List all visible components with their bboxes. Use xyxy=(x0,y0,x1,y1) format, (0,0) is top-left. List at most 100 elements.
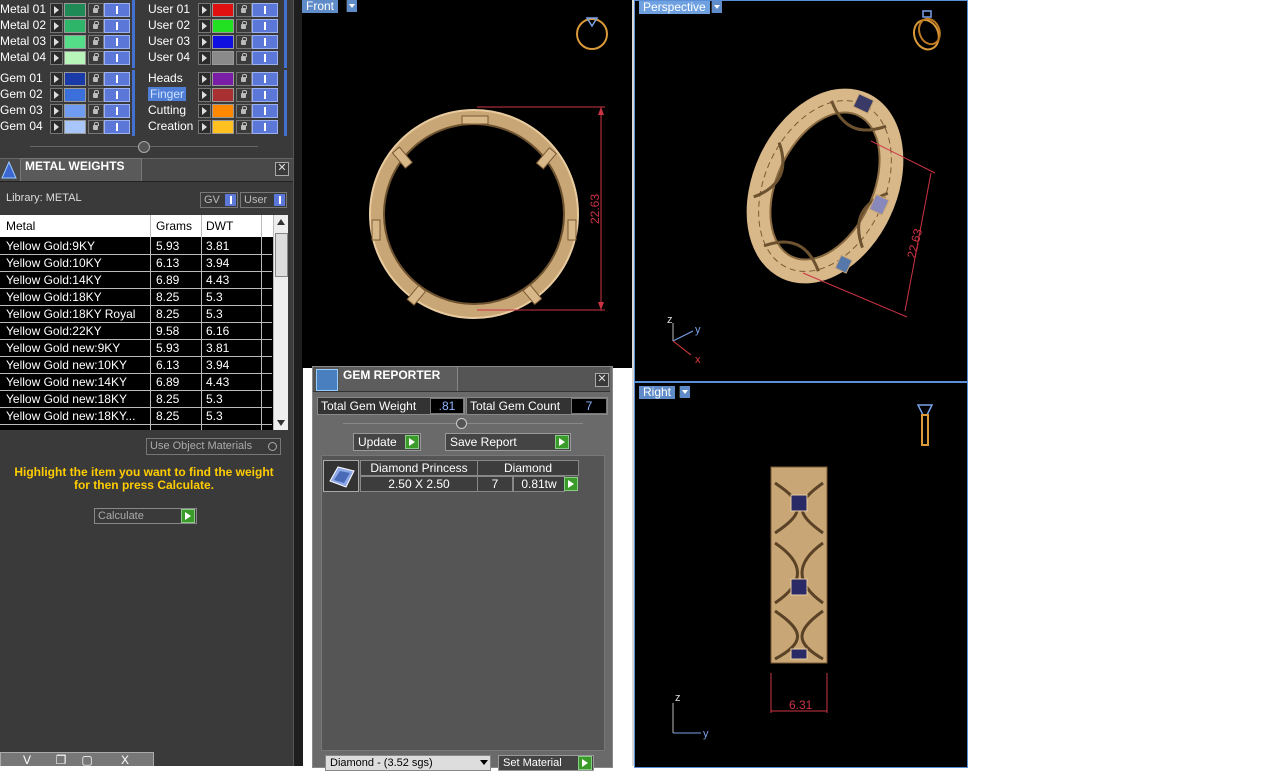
collapse-handle-icon[interactable] xyxy=(456,418,467,429)
visibility-toggle-icon[interactable] xyxy=(104,88,130,102)
update-button[interactable]: Update xyxy=(353,433,421,451)
layer-expand-icon[interactable] xyxy=(50,88,63,102)
layer-color-swatch[interactable] xyxy=(64,72,86,86)
layer-color-swatch[interactable] xyxy=(212,88,234,102)
visibility-toggle-icon[interactable] xyxy=(252,120,278,134)
layer-expand-icon[interactable] xyxy=(50,72,63,86)
lock-icon[interactable] xyxy=(88,88,104,102)
layer-color-swatch[interactable] xyxy=(64,51,86,65)
restore-icon[interactable]: ❐ xyxy=(49,753,73,766)
layer-name[interactable]: Gem 03 xyxy=(0,103,43,117)
table-row[interactable]: Yellow Gold new:18KY... 8.25 5.3 xyxy=(0,408,272,425)
visibility-toggle-icon[interactable] xyxy=(252,3,278,17)
visibility-toggle-icon[interactable] xyxy=(252,51,278,65)
material-dropdown[interactable]: Diamond - (3.52 sgs) xyxy=(325,755,491,771)
lock-icon[interactable] xyxy=(236,3,252,17)
layer-row[interactable]: Gem 01 xyxy=(0,71,130,86)
visibility-toggle-icon[interactable] xyxy=(252,19,278,33)
layer-row[interactable]: Gem 02 xyxy=(0,87,130,102)
layer-color-swatch[interactable] xyxy=(64,3,86,17)
layer-expand-icon[interactable] xyxy=(198,120,211,134)
layer-color-swatch[interactable] xyxy=(212,51,234,65)
layer-row[interactable]: Metal 03 xyxy=(0,34,130,49)
close-tab-icon[interactable]: X xyxy=(113,753,137,766)
metal-weights-close-icon[interactable]: ✕ xyxy=(275,162,289,176)
layer-name[interactable]: User 02 xyxy=(148,18,190,32)
lock-icon[interactable] xyxy=(88,72,104,86)
table-row[interactable]: Yellow Gold:9KY 5.93 3.81 xyxy=(0,238,272,255)
layer-row[interactable]: Cutting xyxy=(148,103,278,118)
table-row[interactable]: Yellow Gold:18KY Royal 8.25 5.3 xyxy=(0,306,272,323)
lock-icon[interactable] xyxy=(88,51,104,65)
visibility-toggle-icon[interactable] xyxy=(104,19,130,33)
layer-expand-icon[interactable] xyxy=(198,72,211,86)
layer-expand-icon[interactable] xyxy=(198,88,211,102)
visibility-toggle-icon[interactable] xyxy=(104,104,130,118)
layer-color-swatch[interactable] xyxy=(212,19,234,33)
table-row[interactable]: Yellow Gold new:18KY 8.25 5.3 xyxy=(0,391,272,408)
lock-icon[interactable] xyxy=(88,35,104,49)
layer-color-swatch[interactable] xyxy=(212,3,234,17)
layer-row[interactable]: Heads xyxy=(148,71,278,86)
layer-row[interactable]: Metal 02 xyxy=(0,18,130,33)
layer-color-swatch[interactable] xyxy=(64,35,86,49)
layer-name[interactable]: Gem 02 xyxy=(0,87,43,101)
layer-name[interactable]: User 03 xyxy=(148,34,190,48)
layer-row[interactable]: Finger xyxy=(148,87,278,102)
visibility-toggle-icon[interactable] xyxy=(252,88,278,102)
layer-row[interactable]: Gem 04 xyxy=(0,119,130,134)
lock-icon[interactable] xyxy=(236,104,252,118)
layer-expand-icon[interactable] xyxy=(198,51,211,65)
gem-item-play-icon[interactable] xyxy=(564,477,578,491)
table-row[interactable]: Yellow Gold new:10KY 6.13 3.94 xyxy=(0,357,272,374)
layer-row[interactable]: User 04 xyxy=(148,50,278,65)
gem-item-thumbnail[interactable] xyxy=(323,460,359,492)
visibility-toggle-icon[interactable] xyxy=(104,72,130,86)
layer-name[interactable]: Cutting xyxy=(148,103,186,117)
set-material-button[interactable]: Set Material xyxy=(498,755,594,771)
use-object-materials-toggle[interactable]: Use Object Materials xyxy=(146,438,281,455)
lock-icon[interactable] xyxy=(88,3,104,17)
layer-name[interactable]: Creation xyxy=(148,119,193,133)
layer-expand-icon[interactable] xyxy=(198,3,211,17)
layer-expand-icon[interactable] xyxy=(50,51,63,65)
layer-name[interactable]: Heads xyxy=(148,71,183,85)
gem-reporter-close-icon[interactable]: ✕ xyxy=(595,373,609,387)
visibility-toggle-icon[interactable] xyxy=(252,35,278,49)
layer-name[interactable]: Finger xyxy=(148,87,187,101)
lock-icon[interactable] xyxy=(236,35,252,49)
table-row[interactable]: Yellow Gold:14KY 6.89 4.43 xyxy=(0,272,272,289)
layer-name[interactable]: Gem 04 xyxy=(0,119,43,133)
layer-name[interactable]: Gem 01 xyxy=(0,71,43,85)
lock-icon[interactable] xyxy=(88,19,104,33)
layer-color-swatch[interactable] xyxy=(212,35,234,49)
scroll-down-icon[interactable] xyxy=(277,420,285,426)
layer-expand-icon[interactable] xyxy=(50,19,63,33)
table-row[interactable]: Yellow Gold:18KY 8.25 5.3 xyxy=(0,289,272,306)
maximize-icon[interactable]: ▢ xyxy=(75,753,99,766)
tab-v[interactable]: V xyxy=(15,753,39,766)
lock-icon[interactable] xyxy=(236,72,252,86)
lock-icon[interactable] xyxy=(236,51,252,65)
layer-color-swatch[interactable] xyxy=(212,72,234,86)
layer-color-swatch[interactable] xyxy=(64,104,86,118)
layer-expand-icon[interactable] xyxy=(198,19,211,33)
layer-expand-icon[interactable] xyxy=(50,120,63,134)
lock-icon[interactable] xyxy=(236,88,252,102)
layer-color-swatch[interactable] xyxy=(64,88,86,102)
column-header-metal[interactable]: Metal xyxy=(6,219,35,233)
table-row[interactable]: Yellow Gold new:14KY 6.89 4.43 xyxy=(0,374,272,391)
layer-expand-icon[interactable] xyxy=(50,3,63,17)
layer-expand-icon[interactable] xyxy=(198,104,211,118)
scroll-thumb[interactable] xyxy=(275,233,288,277)
layer-row[interactable]: User 02 xyxy=(148,18,278,33)
layer-color-swatch[interactable] xyxy=(64,120,86,134)
table-row[interactable]: Yellow Gold new:9KY 5.93 3.81 xyxy=(0,340,272,357)
layer-name[interactable]: Metal 04 xyxy=(0,50,46,64)
layer-name[interactable]: Metal 01 xyxy=(0,2,46,16)
lock-icon[interactable] xyxy=(88,120,104,134)
layer-color-swatch[interactable] xyxy=(212,104,234,118)
layer-name[interactable]: Metal 02 xyxy=(0,18,46,32)
layer-row[interactable]: Metal 01 xyxy=(0,2,130,17)
viewport-right[interactable]: Right 6.31 z y xyxy=(634,382,968,768)
